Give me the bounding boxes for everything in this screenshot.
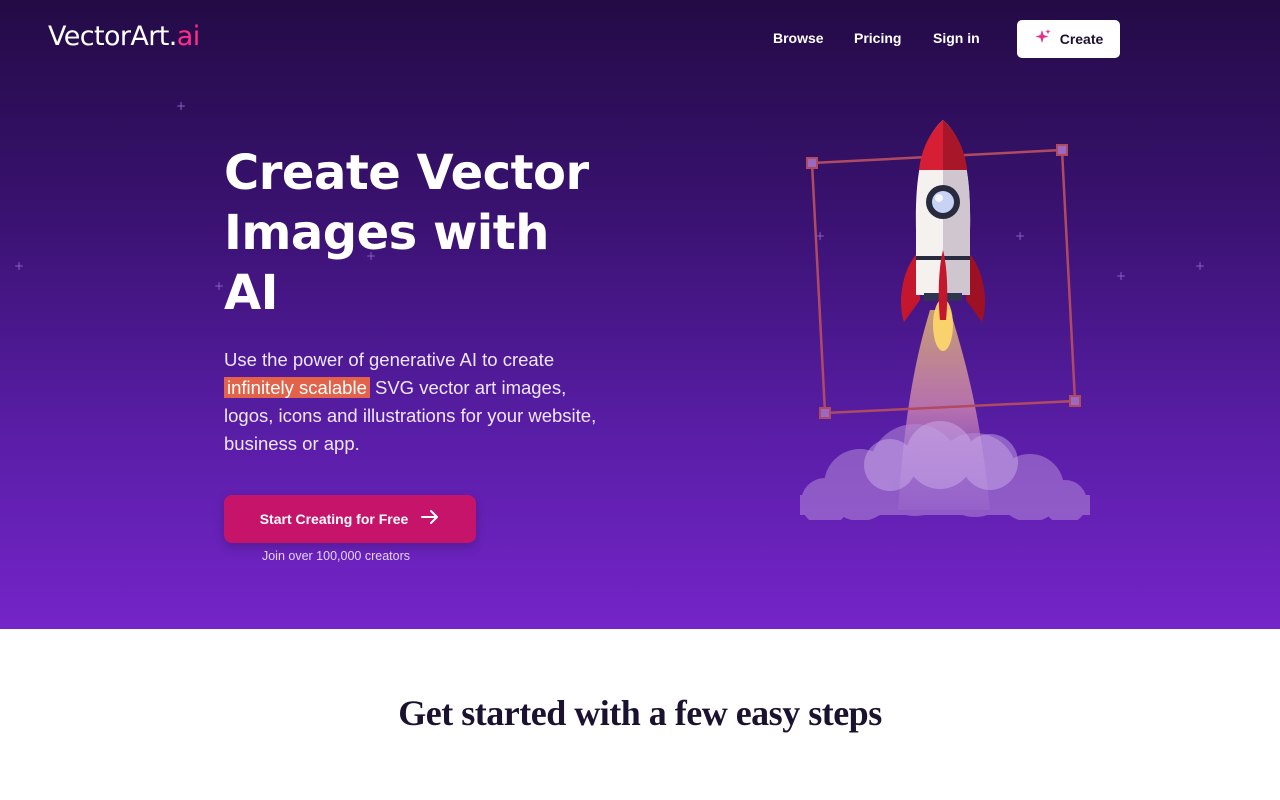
hero-section: + + + + + + + + VectorArt.ai Browse Pric… <box>0 0 1280 629</box>
nav-browse-link[interactable]: Browse <box>773 30 824 46</box>
headline-line: Images with <box>224 205 549 261</box>
create-button[interactable]: Create <box>1017 20 1120 58</box>
sparkle-decoration: + <box>1116 269 1127 283</box>
headline-line: AI <box>224 265 279 321</box>
start-creating-label: Start Creating for Free <box>259 511 409 527</box>
steps-heading: Get started with a few easy steps <box>398 693 882 733</box>
sparkle-decoration: + <box>14 259 25 273</box>
top-nav: VectorArt.ai Browse Pricing Sign in Crea… <box>0 0 1280 78</box>
arrow-right-icon <box>420 509 440 529</box>
brand-name: VectorArt. <box>48 21 177 52</box>
brand-logo[interactable]: VectorArt.ai <box>48 21 200 52</box>
start-creating-button[interactable]: Start Creating for Free <box>224 495 476 543</box>
creators-note: Join over 100,000 creators <box>261 549 410 563</box>
nav-signin-link[interactable]: Sign in <box>933 30 980 46</box>
nav-pricing-link[interactable]: Pricing <box>854 30 901 46</box>
create-button-label: Create <box>1059 31 1104 47</box>
sparkle-decoration: + <box>1195 259 1206 273</box>
description-text: Use the power of generative AI to create <box>224 349 555 370</box>
headline-line: Create Vector <box>224 145 589 201</box>
sparkle-decoration: + <box>214 279 225 293</box>
sparkle-icon <box>1034 28 1052 50</box>
hero-headline: Create Vector Images with AI <box>224 143 644 323</box>
sparkle-decoration: + <box>176 99 187 113</box>
hero-description: Use the power of generative AI to create… <box>224 346 604 458</box>
rocket-illustration <box>800 120 1090 520</box>
brand-suffix: ai <box>176 21 200 52</box>
description-highlight: infinitely scalable <box>224 377 370 398</box>
